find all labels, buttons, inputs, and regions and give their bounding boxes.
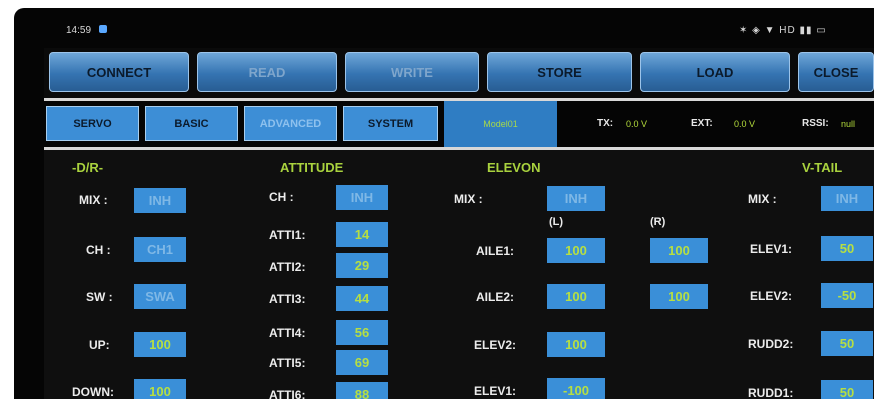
elevon-title: ELEVON — [487, 160, 541, 175]
attitude-ch-field[interactable]: INH — [336, 185, 388, 210]
attitude-title: ATTITUDE — [280, 160, 344, 175]
model-name: Model01 — [444, 101, 557, 147]
dr-sw-field[interactable]: SWA — [134, 284, 186, 309]
elevon-elev1-field[interactable]: -100 — [547, 378, 605, 399]
atti6-label: ATTI6: — [269, 388, 306, 399]
ext-value: 0.0 V — [734, 119, 756, 129]
vtail-elev1-field[interactable]: 50 — [821, 236, 873, 261]
tx-value: 0.0 V — [626, 119, 648, 129]
elevon-mix-field[interactable]: INH — [547, 186, 605, 211]
dr-up-field[interactable]: 100 — [134, 332, 186, 357]
close-button[interactable]: CLOSE — [798, 52, 874, 92]
tab-system[interactable]: SYSTEM — [343, 106, 438, 141]
rssi-label: RSSI: — [802, 118, 829, 129]
dr-ch-label: CH : — [86, 243, 111, 257]
elevon-aile1-right-field[interactable]: 100 — [650, 238, 708, 263]
elevon-aile2-left-field[interactable]: 100 — [547, 284, 605, 309]
atti3-field[interactable]: 44 — [336, 286, 388, 311]
elevon-right-label: (R) — [650, 216, 666, 228]
atti2-label: ATTI2: — [269, 260, 306, 274]
vtail-elev2-field[interactable]: -50 — [821, 283, 873, 308]
dr-down-label: DOWN: — [72, 385, 114, 399]
ext-label: EXT: — [691, 118, 713, 129]
vtail-rudd2-label: RUDD2: — [748, 337, 794, 351]
toolbar: CONNECT READ WRITE STORE LOAD CLOSE — [44, 48, 874, 98]
write-button[interactable]: WRITE — [345, 52, 479, 92]
dr-sw-label: SW : — [86, 290, 113, 304]
status-icons: ✶ ◈ ▼ HD ▮▮ ▭ — [739, 25, 827, 36]
atti1-label: ATTI1: — [269, 228, 306, 242]
atti2-field[interactable]: 29 — [336, 253, 388, 278]
vtail-elev2-label: ELEV2: — [750, 289, 793, 303]
tab-advanced[interactable]: ADVANCED — [244, 106, 337, 141]
vtail-mix-field[interactable]: INH — [821, 186, 873, 211]
vtail-rudd1-label: RUDD1: — [748, 386, 794, 399]
tab-bar: SERVO BASIC ADVANCED SYSTEM Model01 TX: … — [44, 101, 874, 147]
read-button[interactable]: READ — [197, 52, 337, 92]
elevon-aile1-label: AILE1: — [476, 244, 515, 258]
dr-mix-field[interactable]: INH — [134, 188, 186, 213]
atti4-label: ATTI4: — [269, 326, 306, 340]
tab-basic[interactable]: BASIC — [145, 106, 238, 141]
elevon-elev2-label: ELEV2: — [474, 338, 517, 352]
tab-servo[interactable]: SERVO — [46, 106, 139, 141]
elevon-left-label: (L) — [549, 216, 564, 228]
elevon-aile2-right-field[interactable]: 100 — [650, 284, 708, 309]
vtail-rudd1-field[interactable]: 50 — [821, 380, 873, 399]
dr-up-label: UP: — [89, 338, 110, 352]
vtail-rudd2-field[interactable]: 50 — [821, 331, 873, 356]
atti5-label: ATTI5: — [269, 356, 306, 370]
atti3-label: ATTI3: — [269, 292, 306, 306]
tx-label: TX: — [597, 118, 614, 129]
atti5-field[interactable]: 69 — [336, 350, 388, 375]
dr-ch-field[interactable]: CH1 — [134, 237, 186, 262]
vtail-title: V-TAIL — [802, 160, 843, 175]
store-button[interactable]: STORE — [487, 52, 632, 92]
atti1-field[interactable]: 14 — [336, 222, 388, 247]
dr-down-field[interactable]: 100 — [134, 379, 186, 399]
status-time: 14:59 — [66, 25, 92, 36]
vtail-mix-label: MIX : — [748, 192, 777, 206]
notification-icon — [99, 25, 107, 33]
elevon-elev2-field[interactable]: 100 — [547, 332, 605, 357]
elevon-mix-label: MIX : — [454, 192, 483, 206]
advanced-panel: -D/R- MIX : INH CH : CH1 SW : SWA UP: 10… — [44, 150, 874, 399]
attitude-ch-label: CH : — [269, 190, 294, 204]
vtail-elev1-label: ELEV1: — [750, 242, 793, 256]
elevon-aile1-left-field[interactable]: 100 — [547, 238, 605, 263]
status-bar: 14:59 ✶ ◈ ▼ HD ▮▮ ▭ — [14, 8, 874, 48]
dr-mix-label: MIX : — [79, 193, 108, 207]
tablet-screen: 14:59 ✶ ◈ ▼ HD ▮▮ ▭ CONNECT READ WRITE S… — [14, 8, 874, 399]
elevon-aile2-label: AILE2: — [476, 290, 515, 304]
rssi-value: null — [841, 119, 856, 129]
connect-button[interactable]: CONNECT — [49, 52, 189, 92]
load-button[interactable]: LOAD — [640, 52, 790, 92]
atti4-field[interactable]: 56 — [336, 320, 388, 345]
elevon-elev1-label: ELEV1: — [474, 384, 517, 398]
dr-title: -D/R- — [72, 160, 104, 175]
atti6-field[interactable]: 88 — [336, 382, 388, 399]
